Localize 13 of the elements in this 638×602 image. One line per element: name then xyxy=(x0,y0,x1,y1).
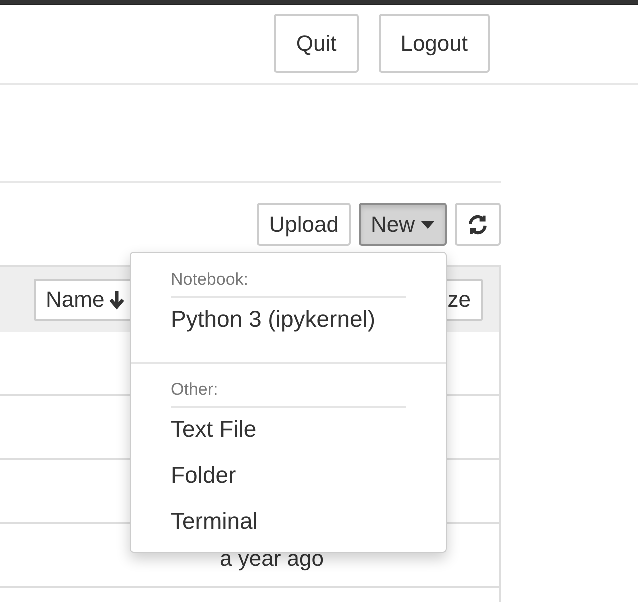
refresh-icon xyxy=(467,214,489,236)
refresh-button[interactable] xyxy=(455,203,501,246)
menu-item[interactable]: Folder xyxy=(131,454,446,500)
menu-heading: Notebook: xyxy=(171,268,406,298)
menu-item[interactable]: Text File xyxy=(131,408,446,454)
new-button[interactable]: New xyxy=(358,203,447,246)
header-button[interactable]: Quit xyxy=(274,14,359,73)
caret-icon xyxy=(421,220,435,228)
header-button[interactable]: Logout xyxy=(378,14,490,73)
table-cell: a year ago xyxy=(220,546,324,572)
menu-item[interactable]: Terminal xyxy=(131,500,446,546)
menu-heading: Other: xyxy=(171,378,406,408)
upload-button[interactable]: Upload xyxy=(257,203,351,246)
